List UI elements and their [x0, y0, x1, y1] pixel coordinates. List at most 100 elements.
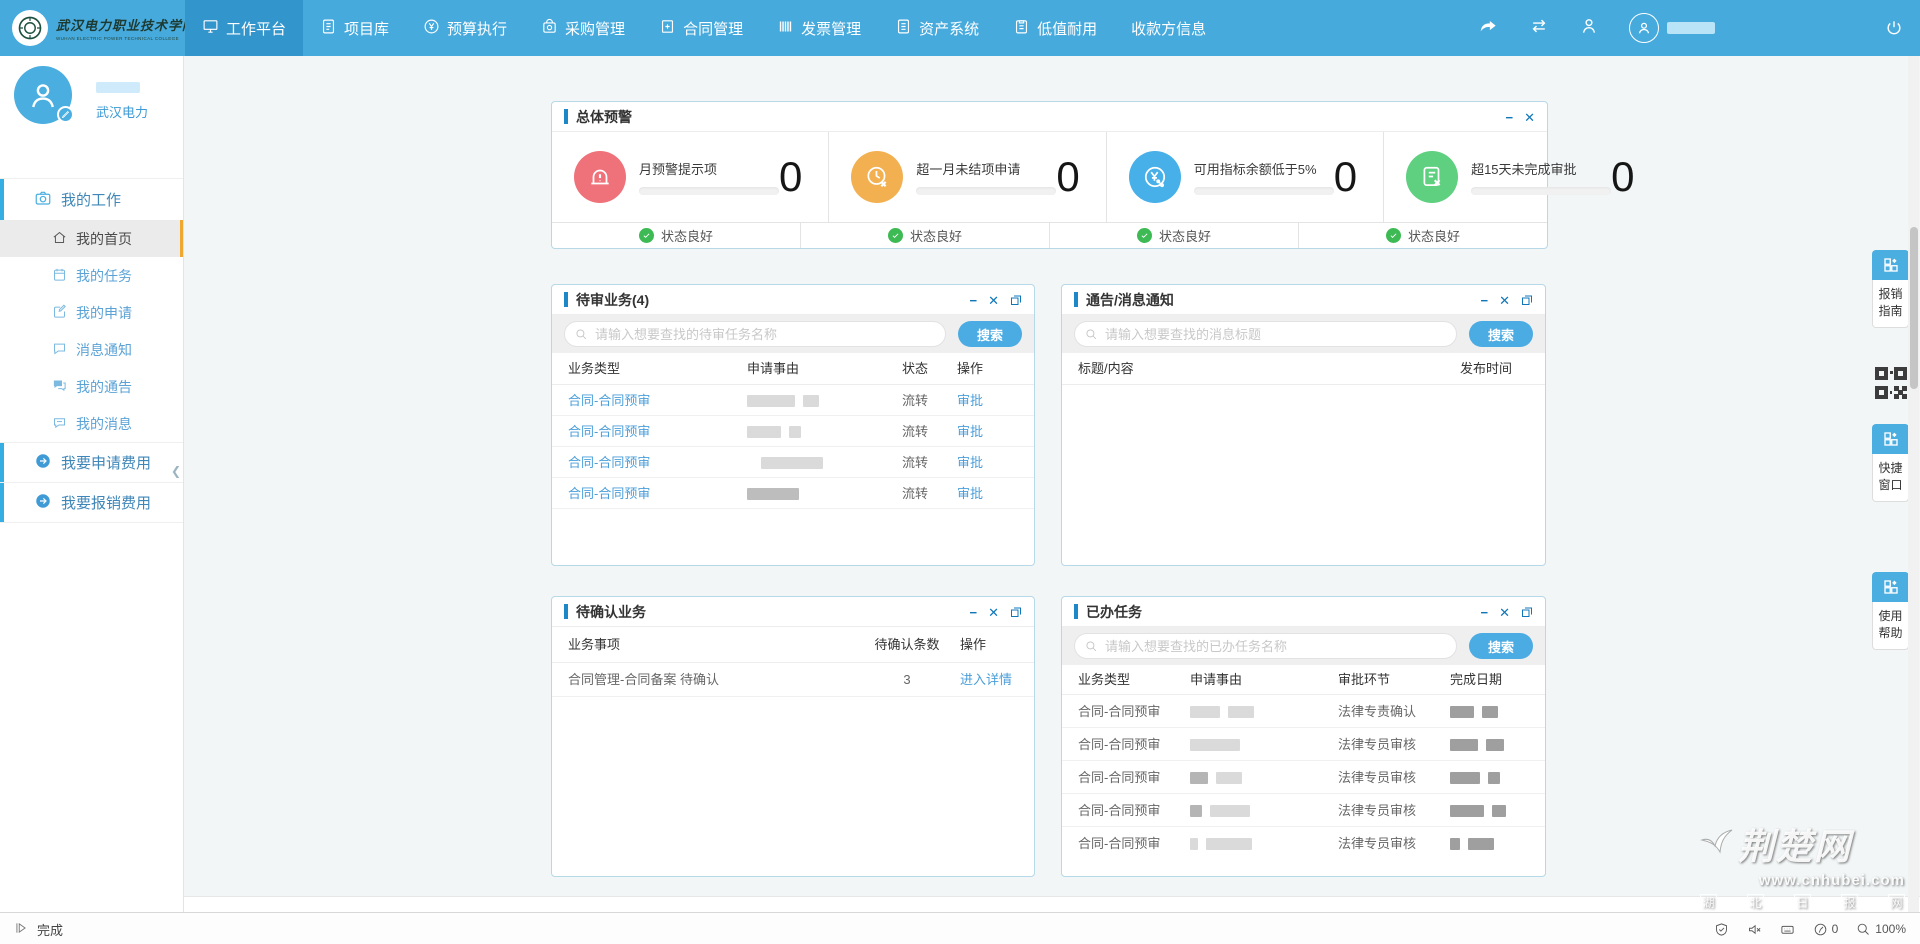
redacted-reason — [1190, 827, 1252, 860]
search-button[interactable]: 搜索 — [1469, 321, 1533, 347]
watermark-url: www.cnhubei.com — [1700, 872, 1905, 889]
approve-link[interactable]: 审批 — [957, 385, 983, 416]
search-input[interactable] — [1105, 327, 1421, 342]
sidebar-section-my-work[interactable]: 我的工作 — [0, 178, 183, 220]
nav-item-contract[interactable]: 合同管理 — [642, 0, 760, 56]
camera-icon — [34, 189, 52, 211]
accent-bar — [564, 292, 568, 307]
active-section-bar — [0, 179, 4, 220]
top-nav: 武汉电力职业技术学院 WUHAN ELECTRIC POWER TECHNICA… — [0, 0, 1920, 56]
zoom-control[interactable]: 100% — [1856, 922, 1906, 937]
nav-item-project-library[interactable]: 项目库 — [303, 0, 406, 56]
sidebar-item-my-announcements[interactable]: 我的通告 — [0, 368, 183, 405]
search-input[interactable] — [1105, 639, 1421, 654]
business-type-link[interactable]: 合同-合同预审 — [568, 416, 650, 447]
search-bar: 搜索 — [1062, 627, 1545, 665]
popout-icon[interactable] — [1521, 606, 1533, 618]
widget-label: 快捷窗口 — [1872, 454, 1909, 502]
document-x-icon — [1406, 151, 1458, 203]
minimize-icon[interactable]: − — [970, 294, 978, 307]
progress-bar — [1471, 187, 1611, 195]
minimize-icon[interactable]: − — [1481, 294, 1489, 307]
nav-item-low-value[interactable]: 低值耐用 — [996, 0, 1114, 56]
sidebar-item-my-applications[interactable]: 我的申请 — [0, 294, 183, 331]
reimburse-guide-widget[interactable]: 报销指南 — [1872, 250, 1909, 328]
user-avatar[interactable] — [14, 66, 72, 124]
status-label: 状态良好 — [1408, 226, 1460, 245]
nav-item-assets[interactable]: 资产系统 — [878, 0, 996, 56]
approve-link[interactable]: 审批 — [957, 447, 983, 478]
redacted-reason — [747, 478, 799, 509]
minimize-icon[interactable]: − — [970, 606, 978, 619]
alert-card-overdue-approval: 超15天未完成审批 0 — [1384, 132, 1660, 222]
contacts-icon[interactable] — [1579, 16, 1599, 41]
widget-grid-icon — [1872, 424, 1909, 454]
yuan-circle-icon — [423, 18, 440, 39]
enter-detail-link[interactable]: 进入详情 — [960, 663, 1012, 697]
network-speed-icon[interactable]: 0 — [1813, 922, 1839, 937]
sidebar-item-my-messages[interactable]: 我的消息 — [0, 405, 183, 442]
popout-icon[interactable] — [1010, 294, 1022, 306]
current-user[interactable] — [1629, 13, 1715, 43]
help-widget[interactable]: 使用帮助 — [1872, 572, 1909, 650]
card-label: 超15天未完成审批 — [1471, 159, 1611, 178]
redacted-date — [1450, 695, 1498, 728]
panel-title: 通告/消息通知 — [1086, 290, 1174, 310]
table-row: 合同-合同预审 流转 审批 — [552, 385, 1034, 416]
active-item-marker — [180, 220, 183, 257]
status-text: 流转 — [902, 478, 928, 509]
nav-item-budget[interactable]: 预算执行 — [406, 0, 524, 56]
close-icon[interactable]: ✕ — [1524, 111, 1535, 124]
table-header: 业务事项 待确认条数 操作 — [552, 627, 1034, 663]
search-input[interactable] — [595, 327, 910, 342]
popout-icon[interactable] — [1010, 606, 1022, 618]
sidebar-item-message-notice[interactable]: 消息通知 — [0, 331, 183, 368]
quick-window-widget[interactable]: 快捷窗口 — [1872, 424, 1909, 502]
logout-power-icon[interactable] — [1884, 18, 1904, 43]
minimize-icon[interactable]: − — [1481, 606, 1489, 619]
approve-link[interactable]: 审批 — [957, 416, 983, 447]
sidebar-collapse-handle[interactable]: ❮ — [171, 464, 181, 478]
business-type-link[interactable]: 合同-合同预审 — [568, 478, 650, 509]
panel-title: 待确认业务 — [576, 602, 646, 622]
check-circle-icon — [1386, 228, 1401, 243]
popout-icon[interactable] — [1521, 294, 1533, 306]
security-shield-icon[interactable] — [1714, 922, 1729, 937]
sidebar-item-label: 我的首页 — [76, 229, 132, 249]
redacted-reason — [747, 416, 801, 447]
search-button[interactable]: 搜索 — [1469, 633, 1533, 659]
sidebar-item-my-tasks[interactable]: 我的任务 — [0, 257, 183, 294]
done-tasks-panel: 已办任务 − ✕ 搜索 业务类型 申请事由 审批环节 完成日期 合同-合同预审 … — [1061, 596, 1546, 877]
search-button[interactable]: 搜索 — [958, 321, 1022, 347]
column-header: 业务类型 — [568, 353, 620, 385]
nav-item-payee-info[interactable]: 收款方信息 — [1114, 0, 1223, 56]
column-header: 申请事由 — [1190, 665, 1242, 695]
close-icon[interactable]: ✕ — [988, 606, 999, 619]
keyboard-icon[interactable] — [1780, 922, 1795, 937]
sidebar-item-my-home[interactable]: 我的首页 — [0, 220, 183, 257]
table-row: 合同-合同预审 法律专责确认 — [1062, 695, 1545, 728]
scrollbar-thumb[interactable] — [1910, 227, 1918, 389]
yuan-percent-icon — [1129, 151, 1181, 203]
business-type-link[interactable]: 合同-合同预审 — [568, 385, 650, 416]
approve-link[interactable]: 审批 — [957, 478, 983, 509]
edit-profile-icon[interactable] — [57, 106, 74, 123]
sidebar-section-apply-expense[interactable]: 我要申请费用 — [0, 442, 183, 482]
redacted-date — [1450, 728, 1504, 761]
minimize-icon[interactable]: − — [1506, 111, 1514, 124]
mute-speaker-icon[interactable] — [1747, 922, 1762, 937]
sidebar-section-reimburse-expense[interactable]: 我要报销费用 — [0, 482, 183, 522]
nav-item-invoice[interactable]: 发票管理 — [760, 0, 878, 56]
calendar-icon — [52, 267, 67, 285]
nav-item-workbench[interactable]: 工作平台 — [185, 0, 303, 56]
qr-code-icon[interactable] — [1873, 365, 1909, 406]
close-icon[interactable]: ✕ — [988, 294, 999, 307]
nav-item-procurement[interactable]: 采购管理 — [524, 0, 642, 56]
scrollbar[interactable] — [1908, 56, 1919, 912]
business-type-link[interactable]: 合同-合同预审 — [568, 447, 650, 478]
share-icon[interactable] — [1479, 16, 1499, 41]
close-icon[interactable]: ✕ — [1499, 294, 1510, 307]
switch-system-icon[interactable] — [1529, 16, 1549, 41]
user-name-redacted — [96, 82, 140, 93]
close-icon[interactable]: ✕ — [1499, 606, 1510, 619]
